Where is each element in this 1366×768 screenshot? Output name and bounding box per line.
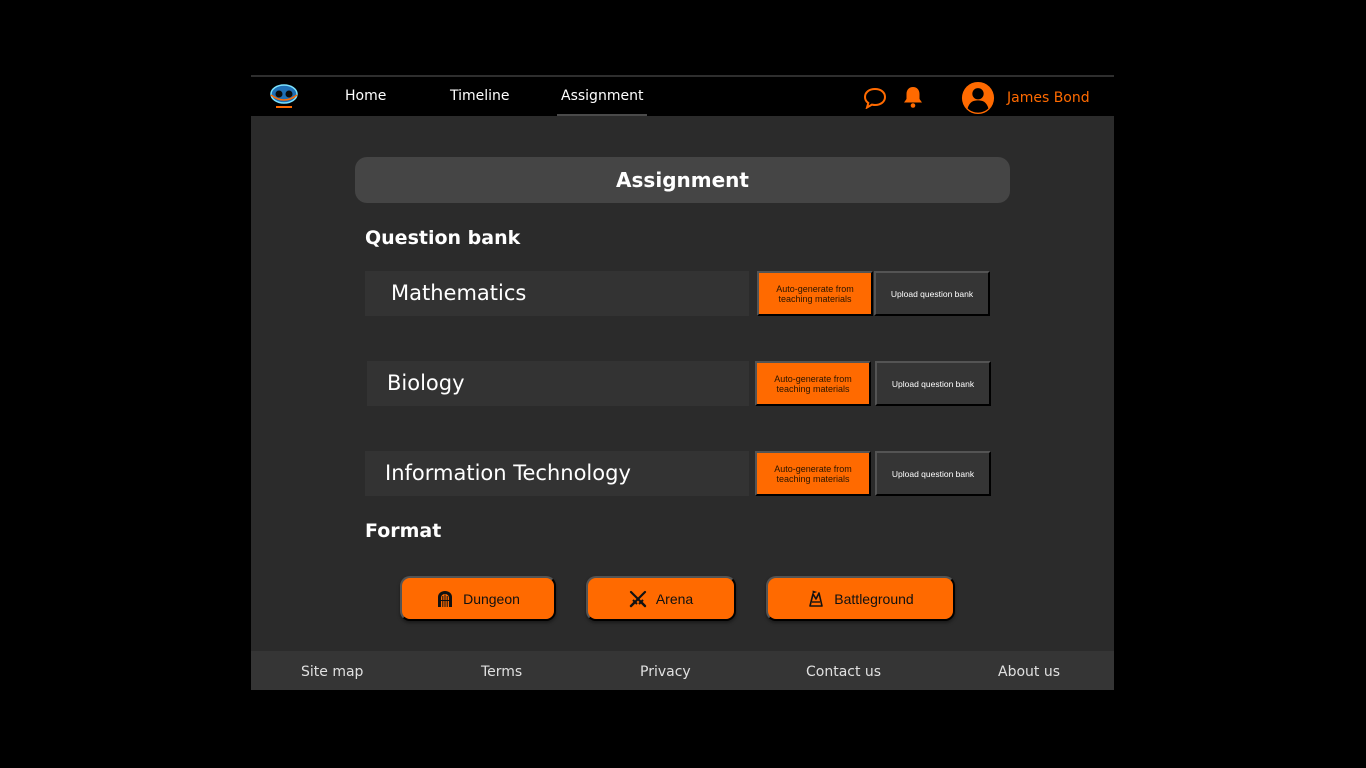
dungeon-gate-icon (438, 590, 453, 607)
nav-assignment[interactable]: Assignment (557, 77, 648, 116)
auto-generate-button[interactable]: Auto-generate from teaching materials (757, 271, 873, 316)
upload-question-bank-button[interactable]: Upload question bank (874, 271, 990, 316)
subject-name: Information Technology (365, 451, 749, 496)
chat-bubble-icon[interactable] (863, 87, 887, 109)
footer: Site map Terms Privacy Contact us About … (251, 651, 1114, 690)
upload-question-bank-button[interactable]: Upload question bank (875, 361, 991, 406)
format-dungeon-button[interactable]: Dungeon (400, 576, 556, 621)
upload-question-bank-button[interactable]: Upload question bank (875, 451, 991, 496)
format-battleground-button[interactable]: Battleground (766, 576, 955, 621)
crossed-swords-icon (629, 590, 647, 607)
auto-generate-button[interactable]: Auto-generate from teaching materials (755, 361, 871, 406)
footer-about-us[interactable]: About us (998, 651, 1060, 693)
auto-generate-button[interactable]: Auto-generate from teaching materials (755, 451, 871, 496)
logo-icon[interactable] (268, 81, 300, 111)
footer-terms[interactable]: Terms (481, 651, 522, 693)
footer-privacy[interactable]: Privacy (640, 651, 691, 693)
app-window: Home Timeline Assignment James Bond Assi… (251, 75, 1114, 690)
page-title: Assignment (355, 157, 1010, 203)
question-bank-heading: Question bank (365, 227, 521, 249)
format-label: Battleground (834, 590, 914, 607)
footer-contact-us[interactable]: Contact us (806, 651, 881, 693)
subject-name: Biology (367, 361, 749, 406)
nav-timeline[interactable]: Timeline (450, 77, 510, 116)
battleground-icon (809, 589, 824, 607)
nav-home[interactable]: Home (345, 77, 386, 116)
format-heading: Format (365, 520, 442, 542)
user-name[interactable]: James Bond (1007, 77, 1090, 117)
user-avatar-icon[interactable] (960, 81, 996, 115)
format-arena-button[interactable]: Arena (586, 576, 736, 621)
format-label: Arena (655, 590, 694, 607)
bell-icon[interactable] (901, 85, 925, 109)
top-nav-bar: Home Timeline Assignment James Bond (251, 75, 1114, 116)
footer-site-map[interactable]: Site map (301, 651, 363, 693)
subject-name: Mathematics (365, 271, 749, 316)
format-label: Dungeon (463, 590, 520, 607)
